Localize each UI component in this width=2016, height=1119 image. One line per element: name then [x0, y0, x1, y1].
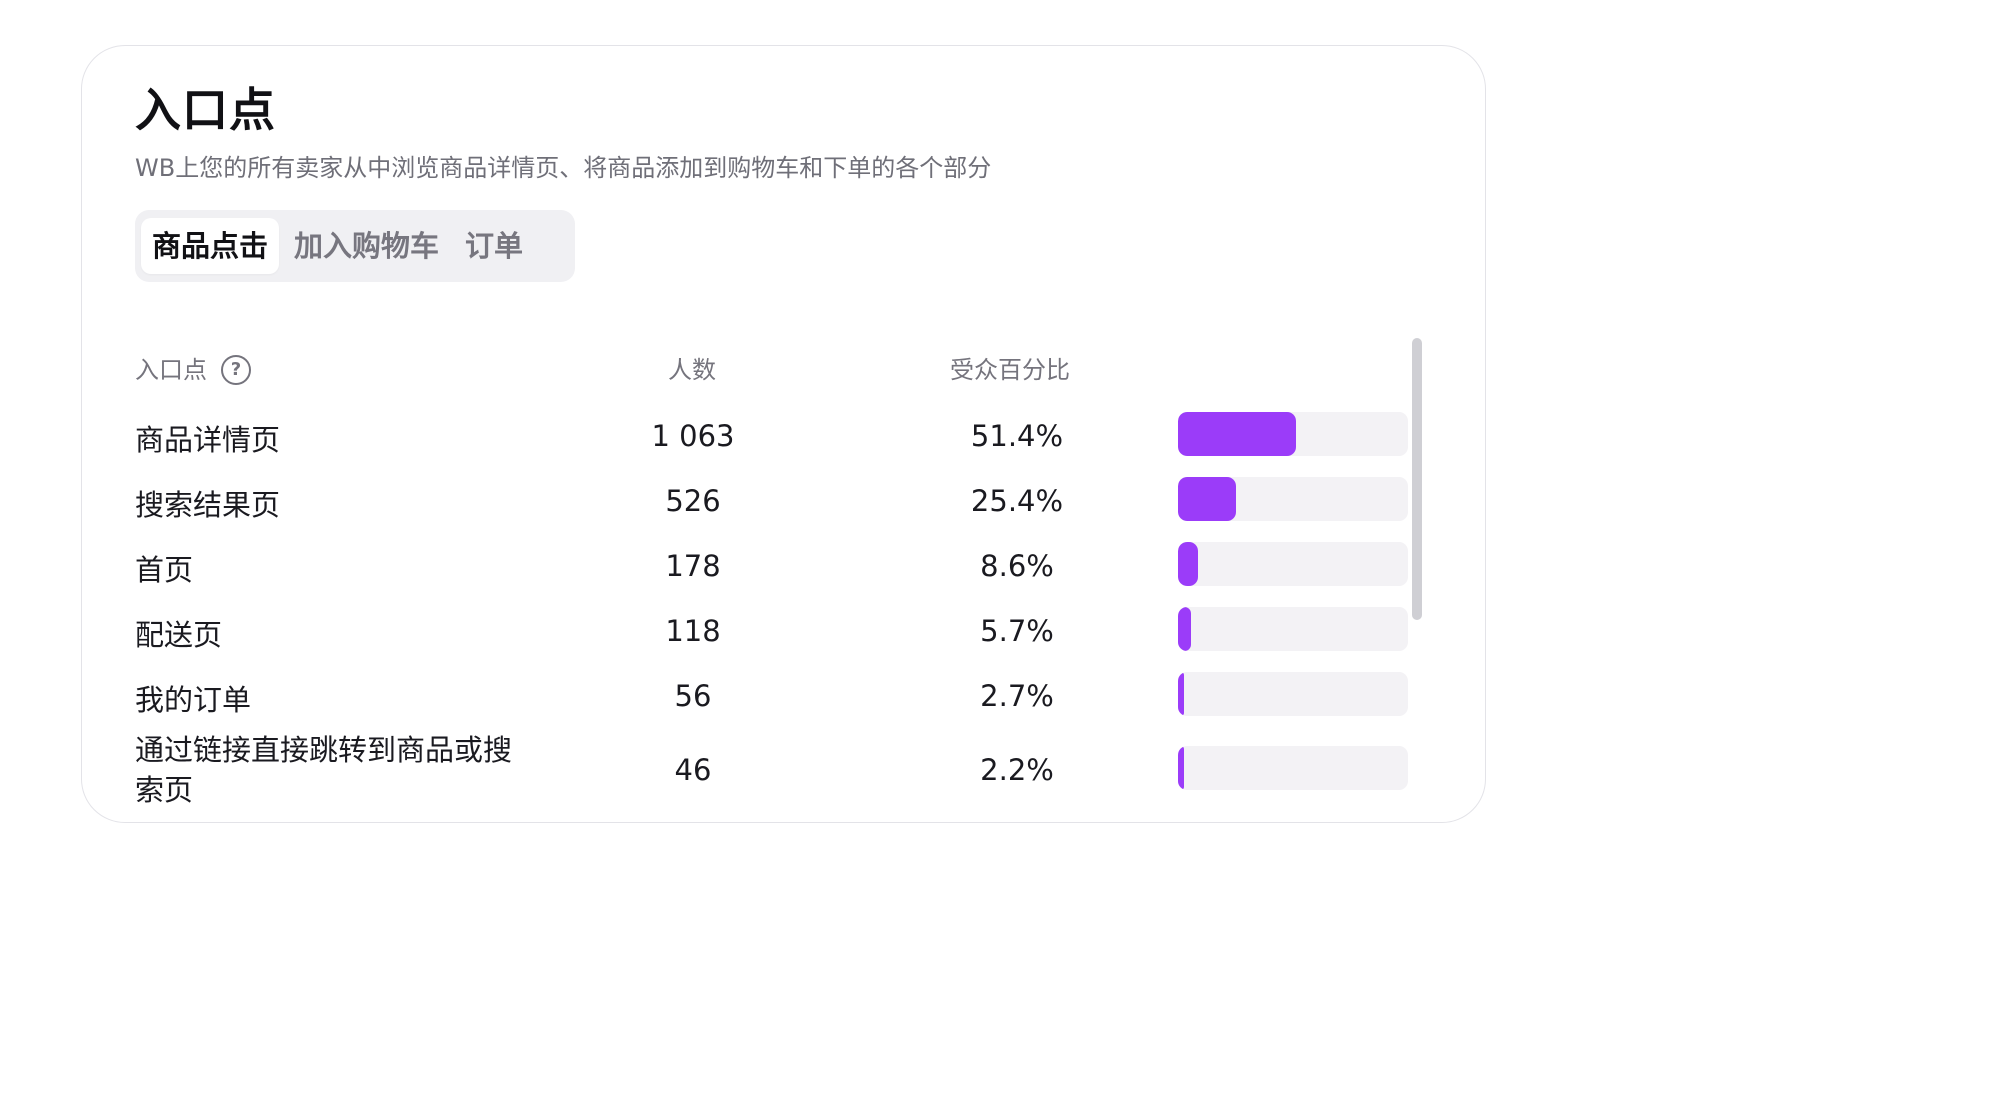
table-row: 商品详情页 1 063 51.4% [82, 412, 1485, 457]
table-row: 搜索结果页 526 25.4% [82, 477, 1485, 522]
row-count: 118 [665, 614, 721, 648]
share-bar-track [1178, 672, 1408, 716]
row-entry-name: 通过链接直接跳转到商品或搜索页 [135, 733, 513, 807]
row-entry-name: 配送页 [135, 618, 223, 652]
share-bar-track [1178, 477, 1408, 521]
share-bar-fill [1178, 746, 1184, 790]
column-header-percent: 受众百分比 [950, 356, 1070, 384]
entry-points-card: 入口点 WB上您的所有卖家从中浏览商品详情页、将商品添加到购物车和下单的各个部分… [81, 45, 1486, 823]
row-entry-name: 首页 [135, 553, 194, 587]
share-bar-fill [1178, 412, 1297, 456]
tab-orders[interactable]: 订单 [454, 218, 534, 274]
row-count: 56 [674, 679, 712, 713]
table-row: 我的订单 56 2.7% [82, 672, 1485, 717]
share-bar-fill [1178, 672, 1185, 716]
share-bar-fill [1178, 607, 1192, 651]
table-scrollbar[interactable] [1412, 338, 1422, 620]
table-row: 配送页 118 5.7% [82, 607, 1485, 652]
question-circle-icon[interactable]: ? [221, 355, 251, 385]
share-bar-track [1178, 412, 1408, 456]
row-percent: 51.4% [970, 419, 1064, 453]
card-subtitle: WB上您的所有卖家从中浏览商品详情页、将商品添加到购物车和下单的各个部分 [135, 154, 992, 182]
row-percent: 2.7% [980, 679, 1054, 713]
column-header-entry: 入口点 ? [135, 350, 251, 390]
table-row: 首页 178 8.6% [82, 542, 1485, 587]
row-entry-name: 我的订单 [135, 683, 252, 717]
share-bar-track [1178, 746, 1408, 790]
table-header: 入口点 ? 人数 受众百分比 [82, 350, 1485, 390]
card-title: 入口点 [135, 83, 276, 137]
row-count: 1 063 [651, 419, 735, 453]
row-entry-name: 搜索结果页 [135, 488, 281, 522]
share-bar-fill [1178, 542, 1198, 586]
row-count: 46 [674, 753, 712, 787]
column-header-entry-label: 入口点 [135, 356, 207, 384]
tab-product-clicks[interactable]: 商品点击 [141, 218, 280, 274]
share-bar-track [1178, 607, 1408, 651]
row-percent: 25.4% [970, 484, 1064, 518]
metric-tabs: 商品点击 加入购物车 订单 [135, 210, 575, 282]
row-count: 178 [665, 549, 721, 583]
share-bar-fill [1178, 477, 1237, 521]
row-percent: 8.6% [980, 549, 1054, 583]
column-header-count: 人数 [668, 356, 716, 384]
row-percent: 5.7% [980, 614, 1054, 648]
row-entry-name: 商品详情页 [135, 423, 281, 457]
share-bar-track [1178, 542, 1408, 586]
row-count: 526 [665, 484, 721, 518]
tab-add-to-cart[interactable]: 加入购物车 [283, 218, 450, 274]
row-percent: 2.2% [980, 753, 1054, 787]
table-row: 通过链接直接跳转到商品或搜索页 46 2.2% [82, 730, 1485, 814]
